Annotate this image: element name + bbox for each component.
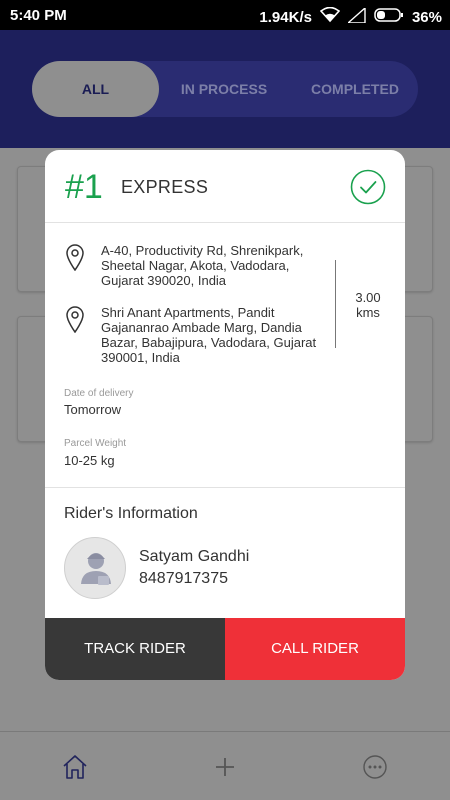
tab-completed[interactable]: COMPLETED: [292, 61, 418, 117]
distance-divider: [335, 260, 336, 348]
order-number: #1: [65, 168, 103, 206]
parcel-weight-value: 10-25 kg: [64, 453, 115, 468]
distance: 3.00 kms: [348, 290, 388, 320]
distance-unit: kms: [356, 305, 380, 320]
battery-icon: [374, 8, 404, 26]
bottom-nav: [0, 731, 450, 800]
rider-phone: 8487917375: [139, 570, 228, 587]
order-detail-dialog: #1 EXPRESS A-40, Productivity Rd, Shreni…: [45, 150, 405, 680]
order-header: #1 EXPRESS: [45, 150, 405, 223]
status-bar: 5:40 PM 1.94K/s 36%: [0, 0, 450, 30]
delivery-date-label: Date of delivery: [64, 388, 134, 399]
distance-value: 3.00: [355, 290, 381, 305]
app-header: ALL IN PROCESS COMPLETED: [0, 30, 450, 148]
order-type: EXPRESS: [121, 177, 209, 197]
home-icon[interactable]: [60, 752, 90, 782]
rider-avatar: [64, 537, 126, 599]
tab-all[interactable]: ALL: [32, 61, 159, 117]
order-filter-tabs: ALL IN PROCESS COMPLETED: [32, 61, 418, 117]
status-time: 5:40 PM: [10, 7, 67, 24]
track-rider-button[interactable]: TRACK RIDER: [45, 618, 225, 680]
network-speed: 1.94K/s: [259, 8, 312, 26]
signal-icon: [346, 5, 366, 27]
tab-in-process[interactable]: IN PROCESS: [159, 61, 289, 117]
divider: [45, 487, 405, 488]
drop-address-text: Shri Anant Apartments, Pandit Gajananrao…: [101, 305, 317, 365]
pickup-address-text: A-40, Productivity Rd, Shrenikpark, Shee…: [101, 243, 304, 288]
location-pin-icon: [65, 243, 85, 272]
call-rider-button[interactable]: CALL RIDER: [225, 618, 405, 680]
location-pin-icon: [65, 305, 85, 334]
status-indicators: 1.94K/s 36%: [259, 5, 442, 27]
rider-section-title: Rider's Information: [64, 505, 198, 522]
check-circle-icon: [350, 169, 386, 205]
more-icon[interactable]: [360, 752, 390, 782]
parcel-weight-label: Parcel Weight: [64, 438, 127, 449]
wifi-icon: [319, 6, 341, 27]
battery-percent: 36%: [411, 8, 442, 26]
rider-name: Satyam Gandhi: [139, 548, 250, 565]
delivery-date-value: Tomorrow: [64, 402, 122, 417]
add-icon[interactable]: [210, 752, 240, 782]
